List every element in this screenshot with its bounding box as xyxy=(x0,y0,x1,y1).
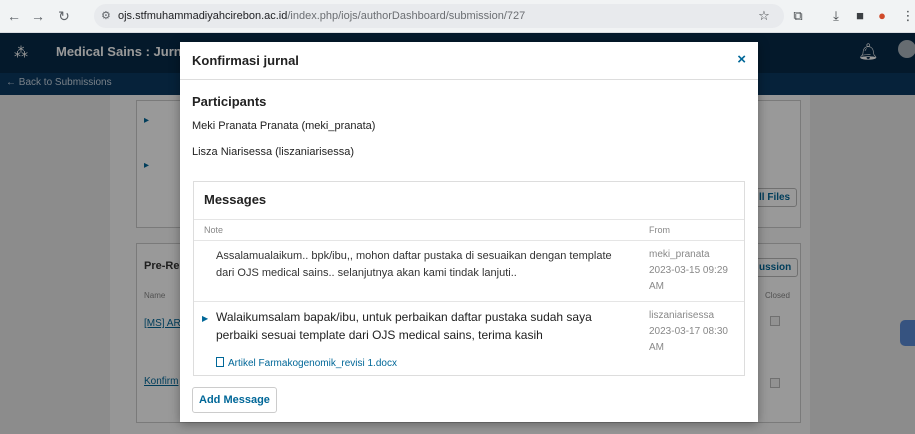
url-host: ojs.stfmuhammadiyahcirebon.ac.id xyxy=(118,10,288,22)
message-from: liszaniarisessa 2023-03-17 08:30 AM xyxy=(649,308,739,356)
attachment-link[interactable]: Artikel Farmakogenomik_revisi 1.docx xyxy=(216,357,397,369)
message-author: meki_pranata xyxy=(649,249,710,260)
menu-icon[interactable]: ⋮ xyxy=(898,6,915,26)
discussion-modal: Konfirmasi jurnal × Participants Meki Pr… xyxy=(180,42,758,422)
message-author: liszaniarisessa xyxy=(649,310,715,321)
from-column-header: From xyxy=(649,225,670,235)
messages-panel: Messages Note From Assalamualaikum.. bpk… xyxy=(193,181,745,376)
message-note: Walaikumsalam bapak/ibu, untuk perbaikan… xyxy=(216,310,592,342)
expand-arrow-icon[interactable]: ▶ xyxy=(202,314,208,323)
messages-title: Messages xyxy=(204,192,267,207)
message-from: meki_pranata 2023-03-15 09:29 AM xyxy=(649,247,739,295)
file-icon xyxy=(216,357,224,367)
site-info-icon[interactable]: ⚙ xyxy=(101,4,111,28)
message-date: 2023-03-15 09:29 xyxy=(649,265,728,276)
download-icon[interactable]: ⤓ xyxy=(826,6,846,26)
messages-table-header: Note From xyxy=(194,219,744,241)
modal-title: Konfirmasi jurnal xyxy=(192,53,299,68)
profile-icon[interactable]: ● xyxy=(872,6,892,26)
reload-icon[interactable]: ↻ xyxy=(54,6,74,26)
message-row[interactable]: ▶ Walaikumsalam bapak/ibu, untuk perbaik… xyxy=(194,302,744,376)
back-arrow-icon[interactable]: ← xyxy=(4,6,24,26)
sidebar-icon[interactable]: ■ xyxy=(850,6,870,26)
add-message-button[interactable]: Add Message xyxy=(192,387,277,413)
message-time: AM xyxy=(649,281,664,292)
extensions-icon[interactable]: ⧉ xyxy=(788,6,808,26)
note-column-header: Note xyxy=(204,225,224,235)
browser-toolbar: ← → ↻ ⚙ ojs.stfmuhammadiyahcirebon.ac.id… xyxy=(0,0,915,33)
attachment-filename: Artikel Farmakogenomik_revisi 1.docx xyxy=(228,358,397,369)
url-path: /index.php/iojs/authorDashboard/submissi… xyxy=(287,10,526,22)
close-icon[interactable]: × xyxy=(737,51,746,68)
participants-title: Participants xyxy=(192,94,267,109)
message-row: Assalamualaikum.. bpk/ibu,, mohon daftar… xyxy=(194,241,744,302)
participant-name: Lisza Niarisessa (liszaniarisessa) xyxy=(192,146,354,158)
bookmark-star-icon[interactable]: ☆ xyxy=(754,6,774,26)
address-bar[interactable]: ⚙ ojs.stfmuhammadiyahcirebon.ac.id/index… xyxy=(94,4,784,28)
modal-header: Konfirmasi jurnal × xyxy=(180,42,758,80)
message-date: 2023-03-17 08:30 xyxy=(649,326,728,337)
forward-arrow-icon[interactable]: → xyxy=(28,6,48,26)
participant-name: Meki Pranata Pranata (meki_pranata) xyxy=(192,120,376,132)
message-note: Assalamualaikum.. bpk/ibu,, mohon daftar… xyxy=(216,250,612,279)
message-time: AM xyxy=(649,342,664,353)
